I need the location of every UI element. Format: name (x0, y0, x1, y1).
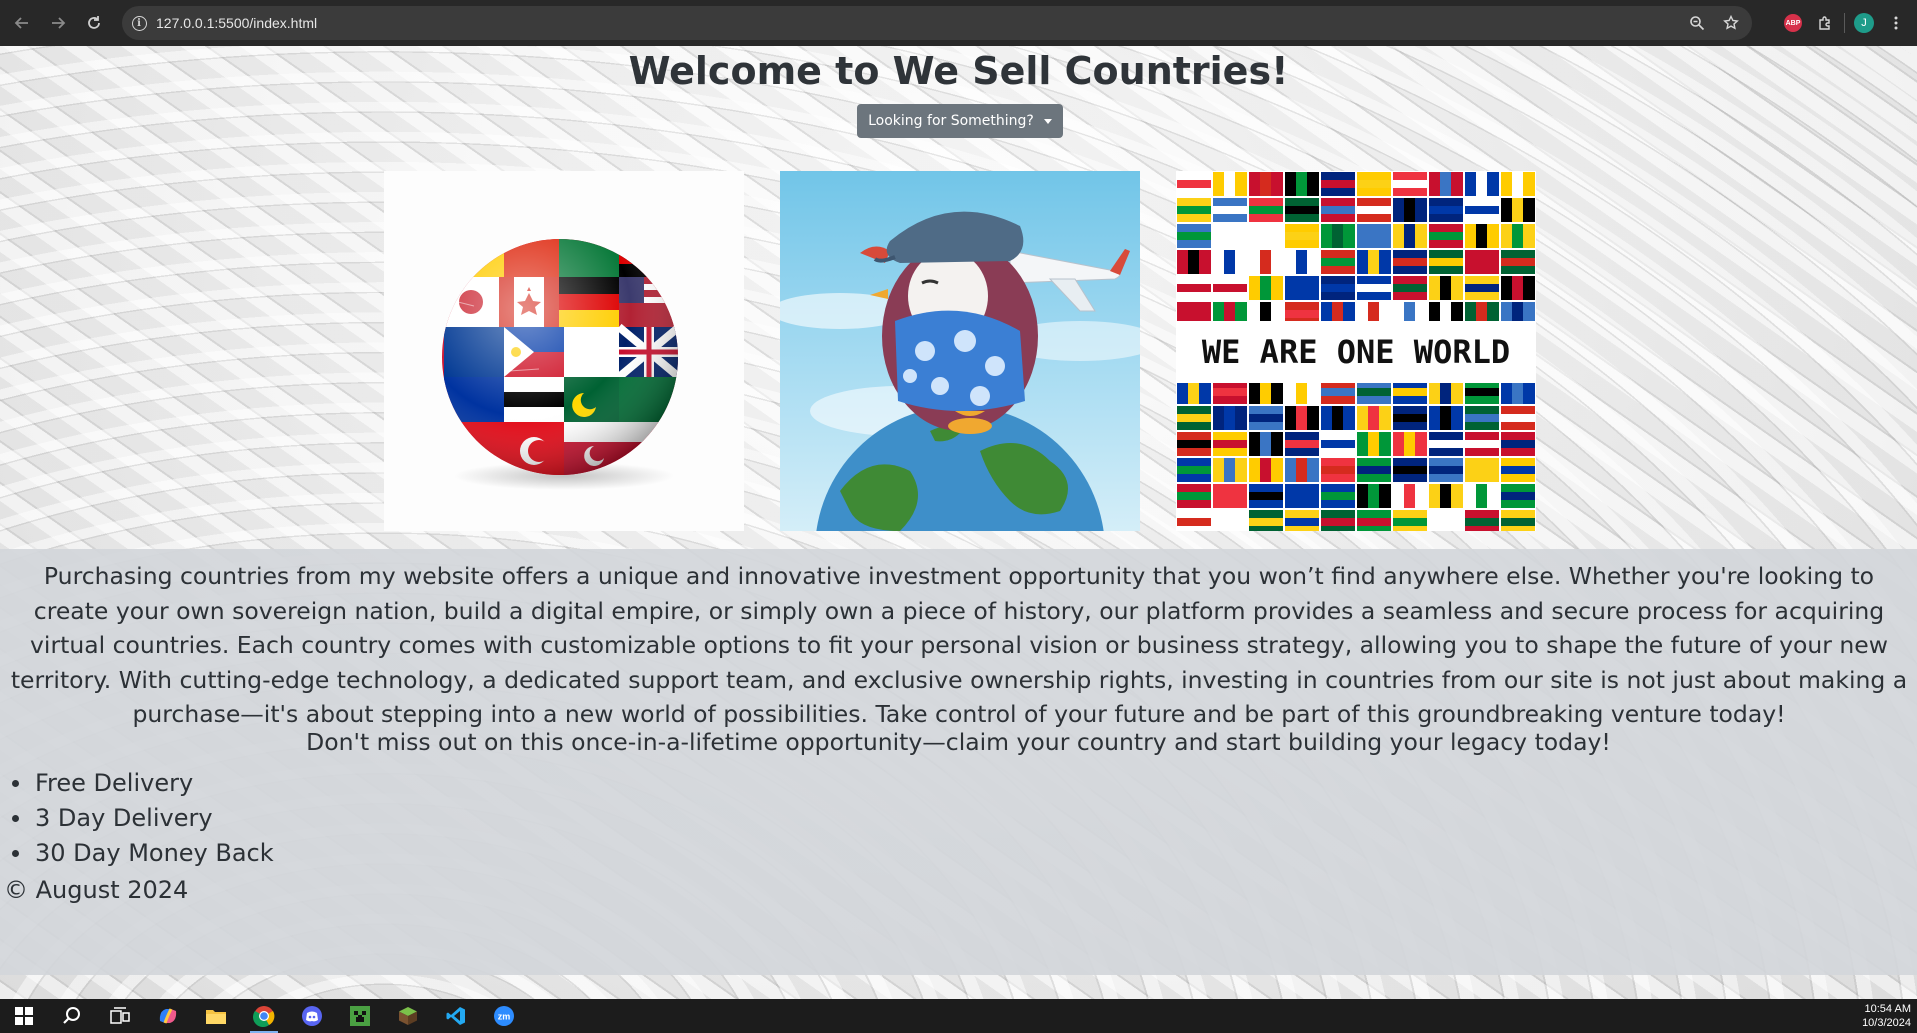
toolbar-divider (1844, 13, 1845, 33)
zoom-icon[interactable] (1684, 10, 1710, 36)
zoom-app-icon[interactable]: zm (480, 999, 528, 1033)
search-icon[interactable] (48, 999, 96, 1033)
browser-toolbar: i 127.0.0.1:5500/index.html ABP J (0, 0, 1917, 46)
profile-avatar[interactable]: J (1851, 10, 1877, 36)
task-view-icon[interactable] (96, 999, 144, 1033)
address-bar[interactable]: i 127.0.0.1:5500/index.html (122, 6, 1752, 40)
page-title: Welcome to We Sell Countries! (628, 49, 1289, 93)
clock-time: 10:54 AM (1864, 1003, 1911, 1015)
reload-icon[interactable] (76, 5, 112, 41)
adblock-icon[interactable]: ABP (1780, 10, 1806, 36)
clock-date: 10/3/2024 (1862, 1017, 1911, 1029)
windows-start-icon[interactable] (0, 999, 48, 1033)
we-are-one-world-image: WE ARE ONE WORLD (1176, 171, 1536, 531)
discord-icon[interactable] (288, 999, 336, 1033)
one-world-text: WE ARE ONE WORLD (1202, 333, 1510, 371)
call-to-action: Don't miss out on this once-in-a-lifetim… (306, 728, 1611, 756)
system-clock[interactable]: 10:54 AM 10/3/2024 (1862, 1002, 1911, 1030)
url-text[interactable]: 127.0.0.1:5500/index.html (156, 15, 317, 31)
flag-globe-image (384, 171, 744, 531)
forward-icon[interactable] (40, 5, 76, 41)
extensions-icon[interactable] (1812, 10, 1838, 36)
copilot-icon[interactable] (144, 999, 192, 1033)
minecraft-icon[interactable] (336, 999, 384, 1033)
bookmark-star-icon[interactable] (1718, 10, 1744, 36)
content-panel: Purchasing countries from my website off… (0, 549, 1917, 975)
list-item: 30 Day Money Back (10, 836, 274, 871)
back-icon[interactable] (4, 5, 40, 41)
list-item: Free Delivery (10, 766, 274, 801)
looking-for-something-dropdown[interactable]: Looking for Something? (857, 104, 1063, 138)
list-item: 3 Day Delivery (10, 801, 274, 836)
file-explorer-icon[interactable] (192, 999, 240, 1033)
penguin-on-globe-image (780, 171, 1140, 531)
page-viewport: Welcome to We Sell Countries! Looking fo… (0, 46, 1917, 999)
chrome-icon[interactable] (240, 999, 288, 1033)
description-paragraph: Purchasing countries from my website off… (10, 562, 1908, 728)
caret-down-icon (1043, 118, 1052, 124)
site-info-icon[interactable]: i (122, 6, 156, 40)
copyright-footer: © August 2024 (4, 876, 189, 904)
features-list: Free Delivery 3 Day Delivery 30 Day Mone… (10, 766, 274, 871)
windows-taskbar: zm 10:54 AM 10/3/2024 (0, 999, 1917, 1033)
svg-text:zm: zm (498, 1012, 511, 1022)
vscode-icon[interactable] (432, 999, 480, 1033)
dropdown-label: Looking for Something? (868, 113, 1034, 129)
menu-icon[interactable] (1883, 10, 1909, 36)
minecraft-launcher-icon[interactable] (384, 999, 432, 1033)
